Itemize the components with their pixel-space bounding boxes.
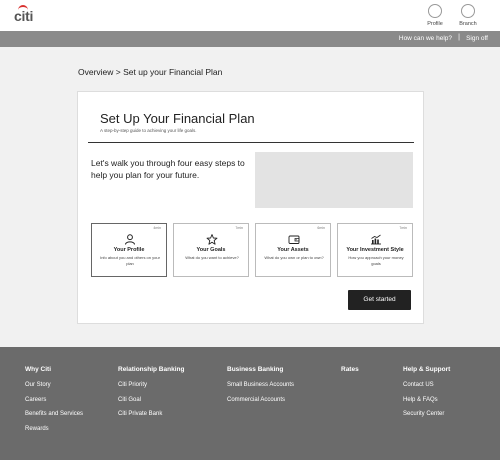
utility-bar: How can we help? | Sign off [0,31,500,47]
footer-heading: Why Citi [25,366,51,373]
get-started-button[interactable]: Get started [348,290,411,310]
hero-image-placeholder [255,152,413,208]
footer-link[interactable]: Small Business Accounts [227,382,294,388]
footer-link[interactable]: Citi Goal [118,397,184,403]
plan-card: Set Up Your Financial Plan A step-by-ste… [77,91,424,324]
page-title: Set Up Your Financial Plan [100,111,255,126]
branch-label: Branch [459,21,477,27]
wallet-icon [288,235,300,244]
profile-link[interactable]: Profile [420,4,450,27]
footer-heading-rates[interactable]: Rates [341,366,359,373]
footer-column-help-support: Help & Support Contact US Help & FAQs Se… [403,366,450,417]
help-link[interactable]: How can we help? [399,35,452,42]
footer-column-relationship-banking: Relationship Banking Citi Priority Citi … [118,366,184,417]
site-footer: Why Citi Our Story Careers Benefits and … [0,347,500,460]
profile-label: Profile [427,21,443,27]
step-desc: What do you own or plan to own? [264,255,324,260]
step-card-assets[interactable]: 6min Your Assets What do you own or plan… [255,223,331,277]
step-title: Your Goals [196,247,226,253]
chart-icon [371,234,381,245]
step-time: 4min [153,226,161,230]
step-desc: Info about you and others on your plan [100,255,160,266]
footer-heading: Business Banking [227,366,284,373]
step-card-goals[interactable]: 7min Your Goals What do you want to achi… [173,223,249,277]
intro-text: Let's walk you through four easy steps t… [91,158,245,180]
branch-icon [461,4,475,18]
utility-separator: | [458,34,460,41]
breadcrumb: Overview > Set up your Financial Plan [78,67,223,77]
step-time: 7min [399,226,407,230]
footer-link[interactable]: Citi Private Bank [118,411,184,417]
footer-link[interactable]: Rewards [25,426,83,432]
step-title: Your Assets [277,247,309,253]
footer-link[interactable]: Help & FAQs [403,397,450,403]
footer-link[interactable]: Our Story [25,382,83,388]
main-content: Overview > Set up your Financial Plan Se… [0,47,500,347]
title-divider [88,142,414,143]
step-card-investment-style[interactable]: 7min Your Investment Style How you appro… [337,223,413,277]
step-title: Your Investment Style [346,247,404,253]
footer-link[interactable]: Citi Priority [118,382,184,388]
top-header: citi Profile Branch [0,0,500,31]
footer-heading: Relationship Banking [118,366,185,373]
citi-logo[interactable]: citi [14,5,34,24]
branch-link[interactable]: Branch [453,4,483,27]
step-title: Your Profile [113,247,145,253]
footer-link[interactable]: Benefits and Services [25,411,83,417]
logo-text: citi [14,8,34,24]
step-desc: How you approach your money goals [348,255,404,266]
footer-column-why-citi: Why Citi Our Story Careers Benefits and … [25,366,83,432]
footer-link[interactable]: Commercial Accounts [227,397,294,403]
page-subtitle: A step-by-step guide to achieving your l… [100,128,197,133]
step-desc: What do you want to achieve? [185,255,239,260]
step-time: 6min [317,226,325,230]
footer-heading: Help & Support [403,366,451,373]
footer-link[interactable]: Contact US [403,382,450,388]
footer-column-business-banking: Business Banking Small Business Accounts… [227,366,294,403]
logo-arc [18,5,28,10]
step-time: 7min [235,226,243,230]
signoff-link[interactable]: Sign off [466,35,488,42]
star-icon [206,234,218,245]
footer-link[interactable]: Careers [25,397,83,403]
footer-column-rates: Rates [341,366,359,373]
person-icon [125,234,135,245]
footer-link[interactable]: Security Center [403,411,450,417]
profile-icon [428,4,442,18]
step-card-profile[interactable]: 4min Your Profile Info about you and oth… [91,223,167,277]
